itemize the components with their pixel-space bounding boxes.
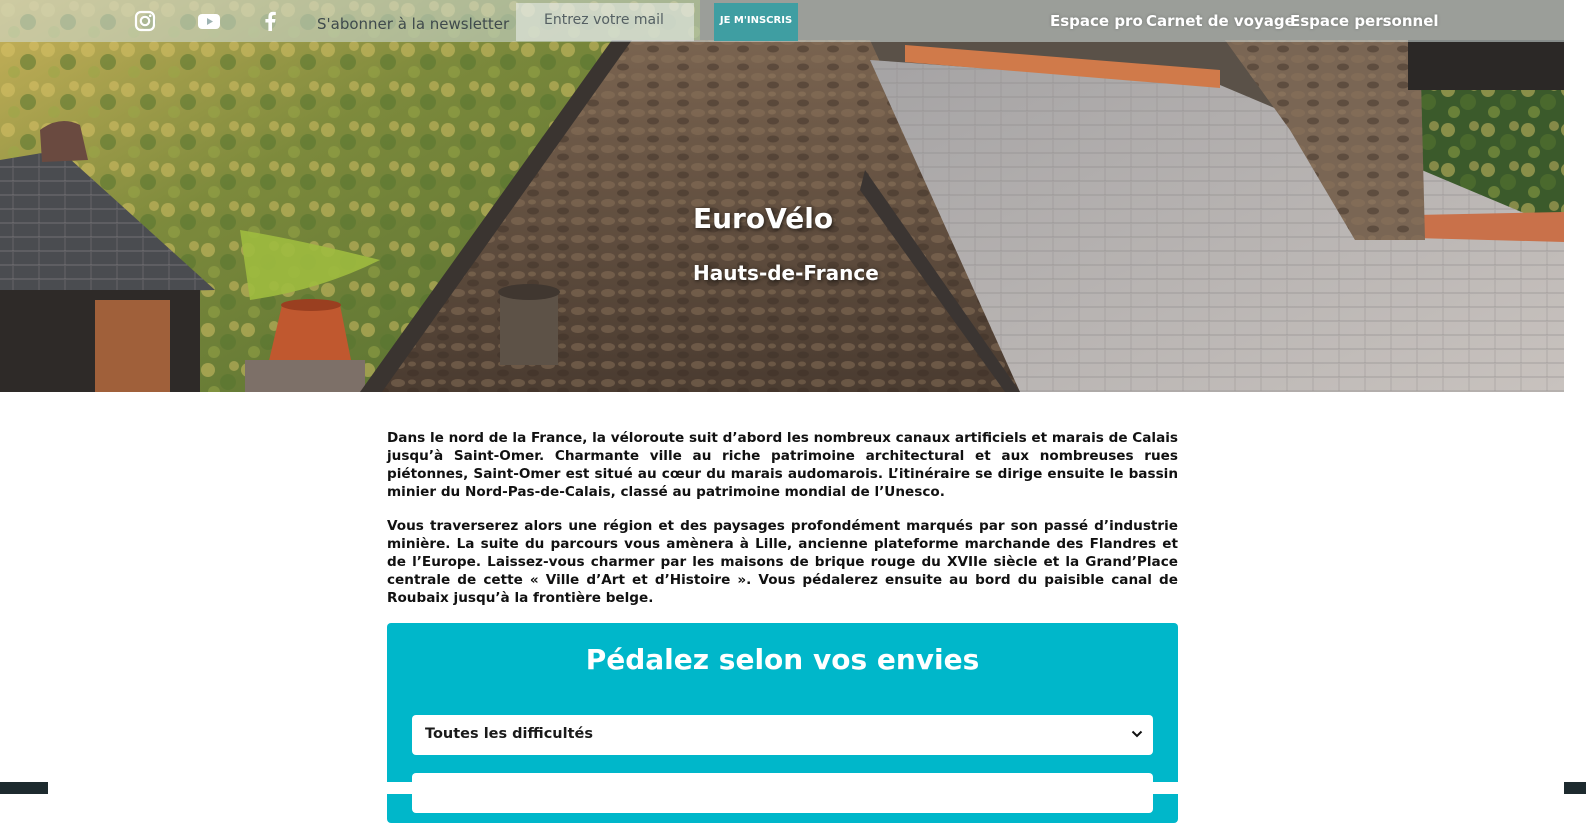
nav-espace-pro[interactable]: Espace pro — [1050, 12, 1143, 30]
vertical-scrollbar[interactable] — [1564, 0, 1586, 794]
newsletter-label: S'abonner à la newsletter — [317, 15, 510, 33]
nav-carnet-de-voyage[interactable]: Carnet de voyage — [1146, 12, 1295, 30]
hero-subtitle: Hauts-de-France — [693, 261, 879, 285]
intro-paragraph: Dans le nord de la France, la véloroute … — [387, 430, 1178, 500]
difficulty-select-value: Toutes les difficultés — [425, 726, 593, 742]
instagram-icon[interactable] — [134, 10, 156, 32]
horizontal-scrollbar[interactable] — [0, 782, 1586, 794]
subscribe-button[interactable]: JE M'INSCRIS — [714, 3, 798, 41]
intro-paragraph: Vous traverserez alors une région et des… — [387, 518, 1178, 606]
chevron-down-icon — [1131, 730, 1143, 738]
intro-text: Dans le nord de la France, la véloroute … — [387, 429, 1178, 623]
filter-title: Pédalez selon vos envies — [585, 643, 980, 676]
newsletter-email-input[interactable] — [516, 3, 694, 41]
horizontal-scrollbar-thumb[interactable] — [48, 782, 1564, 794]
nav-espace-personnel[interactable]: Espace personnel — [1290, 12, 1439, 30]
hero-image — [0, 0, 1564, 392]
difficulty-select[interactable]: Toutes les difficultés — [412, 715, 1153, 755]
hero-banner: S'abonner à la newsletter JE M'INSCRIS E… — [0, 0, 1564, 392]
youtube-icon[interactable] — [197, 10, 221, 32]
facebook-icon[interactable] — [262, 10, 278, 32]
hero-title: EuroVélo — [693, 202, 834, 235]
